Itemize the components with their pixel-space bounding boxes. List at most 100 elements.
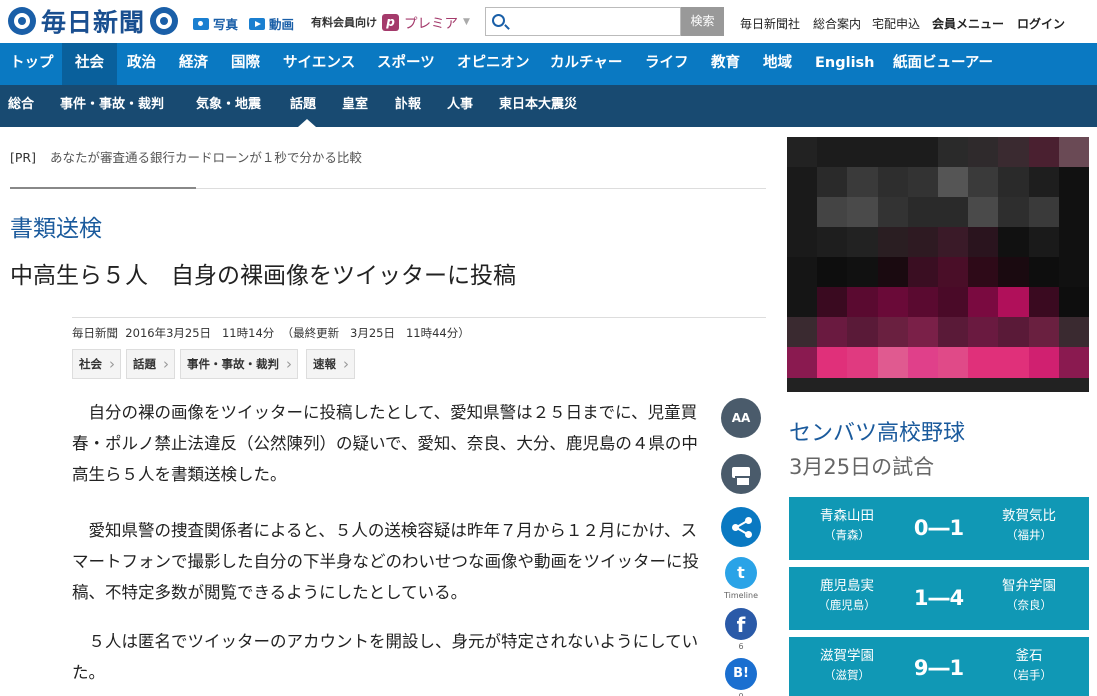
twitter-button[interactable]: t [725,557,757,589]
game-card[interactable]: 滋賀学園 （滋賀） 9―1 釜石 （岩手） [789,637,1089,696]
facebook-button[interactable]: f [725,608,757,640]
nav-item-science[interactable]: サイエンス [270,43,368,85]
nav-item-english[interactable]: English [802,43,888,85]
mainichi-emblem-icon [150,7,179,35]
game-score: 1―4 [913,586,965,610]
search-button[interactable]: 検索 [681,7,724,36]
subnav-item-earthquake[interactable]: 東日本大震災 [499,85,577,127]
nav-item-society[interactable]: 社会 [62,43,117,85]
nav-item-paper-viewer[interactable]: 紙面ビューアー [880,43,1006,85]
hatena-bookmark-button[interactable]: B! [725,658,757,690]
font-size-button[interactable]: AA [721,398,761,438]
site-logo[interactable]: 毎日新聞 [8,5,179,37]
team-name: 釜石 [1015,648,1043,664]
nav-item-top[interactable]: トップ [0,43,64,85]
pr-text: あなたが審査通る銀行カードローンが１秒で分かる比較 [49,150,362,165]
mainichi-emblem-icon [8,7,36,35]
util-link-login[interactable]: ログイン [1017,15,1065,32]
nav-item-politics[interactable]: 政治 [114,43,169,85]
team-home: 青森山田 （青森） [797,507,897,545]
print-button[interactable] [721,454,761,494]
game-card[interactable]: 鹿児島実 （鹿児島） 1―4 智弁学園 （奈良） [789,567,1089,630]
tag-incidents[interactable]: 事件・事故・裁判 [180,349,298,379]
nav-item-opinion[interactable]: オピニオン [444,43,543,85]
main-nav: トップ 社会 政治 経済 国際 サイエンス スポーツ オピニオン カルチャー ラ… [0,43,1097,85]
share-icon [745,517,752,524]
util-link-delivery[interactable]: 宅配申込 [872,15,920,32]
sidebar-title: センバツ高校野球 [789,421,966,446]
facebook-icon: f [736,613,746,637]
font-size-icon: AA [731,411,751,425]
premier-label: プレミア [404,16,458,32]
hatena-bookmark-icon: B! [733,666,749,681]
nav-item-sports[interactable]: スポーツ [364,43,448,85]
top-bar: 毎日新聞 写真 動画 有料会員向け p プレミア ▼ 検索 毎日新聞社 総合案内… [0,0,1097,43]
camera-icon [193,17,209,30]
nav-item-education[interactable]: 教育 [698,43,753,85]
team-prefecture: （鹿児島） [818,598,876,612]
facebook-count: 6 [738,642,744,651]
subnav-item-general[interactable]: 総合 [8,85,34,127]
caret-down-icon: ▼ [463,17,470,27]
divider-accent [10,187,196,189]
advertisement-image[interactable] [787,137,1089,392]
twitter-label: Timeline [723,591,758,600]
play-icon [249,17,265,30]
hatena-count: 0 [715,692,767,696]
team-away: 敦賀気比 （福井） [979,507,1079,545]
premier-badge-icon: p [382,13,399,31]
team-name: 滋賀学園 [820,648,874,664]
team-away: 釜石 （岩手） [979,647,1079,685]
search-input[interactable] [485,7,681,36]
nav-item-economy[interactable]: 経済 [166,43,221,85]
nav-item-international[interactable]: 国際 [218,43,273,85]
logo-text: 毎日新聞 [41,8,146,37]
team-away: 智弁学園 （奈良） [979,577,1079,615]
tag-topics[interactable]: 話題 [126,349,175,379]
team-name: 鹿児島実 [820,578,874,594]
subnav-item-imperial[interactable]: 皇室 [342,85,368,127]
game-card[interactable]: 青森山田 （青森） 0―1 敦賀気比 （福井） [789,497,1089,560]
pr-tag: [PR] [10,150,36,165]
subnav-item-personnel[interactable]: 人事 [447,85,473,127]
subnav-item-weather[interactable]: 気象・地震 [196,85,261,127]
photo-label: 写真 [213,17,239,32]
article-headline: 中高生ら５人 自身の裸画像をツイッターに投稿 [10,263,516,289]
tag-breaking[interactable]: 速報 [306,349,355,379]
sub-nav: 総合 事件・事故・裁判 気象・地震 話題 皇室 訃報 人事 東日本大震災 [0,85,1097,127]
divider [72,317,766,318]
subnav-item-incidents[interactable]: 事件・事故・裁判 [60,85,164,127]
twitter-icon: t [737,563,745,582]
game-score: 9―1 [913,656,965,680]
article-category: 書類送検 [10,216,102,242]
team-prefecture: （青森） [824,528,870,542]
nav-item-life[interactable]: ライフ [632,43,702,85]
premier-link[interactable]: 有料会員向け p プレミア ▼ [311,12,470,32]
util-link-company[interactable]: 毎日新聞社 [740,15,800,32]
photo-link[interactable]: 写真 [193,14,238,33]
team-prefecture: （奈良） [1006,598,1052,612]
team-name: 智弁学園 [1002,578,1056,594]
util-link-info[interactable]: 総合案内 [813,15,861,32]
team-home: 鹿児島実 （鹿児島） [797,577,897,615]
nav-item-culture[interactable]: カルチャー [537,43,635,85]
team-prefecture: （滋賀） [824,668,870,682]
sidebar-subtitle: 3月25日の試合 [789,455,935,479]
video-link[interactable]: 動画 [249,14,294,33]
article-paragraph: 愛知県警の捜査関係者によると、５人の送検容疑は昨年７月から１２月にかけ、スマート… [72,521,699,602]
game-score: 0―1 [913,516,965,540]
nav-item-region[interactable]: 地域 [750,43,805,85]
team-name: 青森山田 [820,508,874,524]
premier-prefix: 有料会員向け [311,16,377,29]
subnav-item-obituary[interactable]: 訃報 [395,85,421,127]
video-label: 動画 [269,17,295,32]
team-prefecture: （岩手） [1006,668,1052,682]
pr-link[interactable]: [PR] あなたが審査通る銀行カードローンが１秒で分かる比較 [10,147,362,166]
util-link-member-menu[interactable]: 会員メニュー [932,15,1004,32]
share-button[interactable] [721,507,761,547]
article-paragraph: ５人は匿名でツイッターのアカウントを開設し、身元が特定されないようにしていた。 [72,632,699,682]
article-paragraph: 自分の裸の画像をツイッターに投稿したとして、愛知県警は２５日までに、児童買春・ポ… [72,403,698,484]
tag-society[interactable]: 社会 [72,349,121,379]
search-icon [492,14,505,27]
team-home: 滋賀学園 （滋賀） [797,647,897,685]
